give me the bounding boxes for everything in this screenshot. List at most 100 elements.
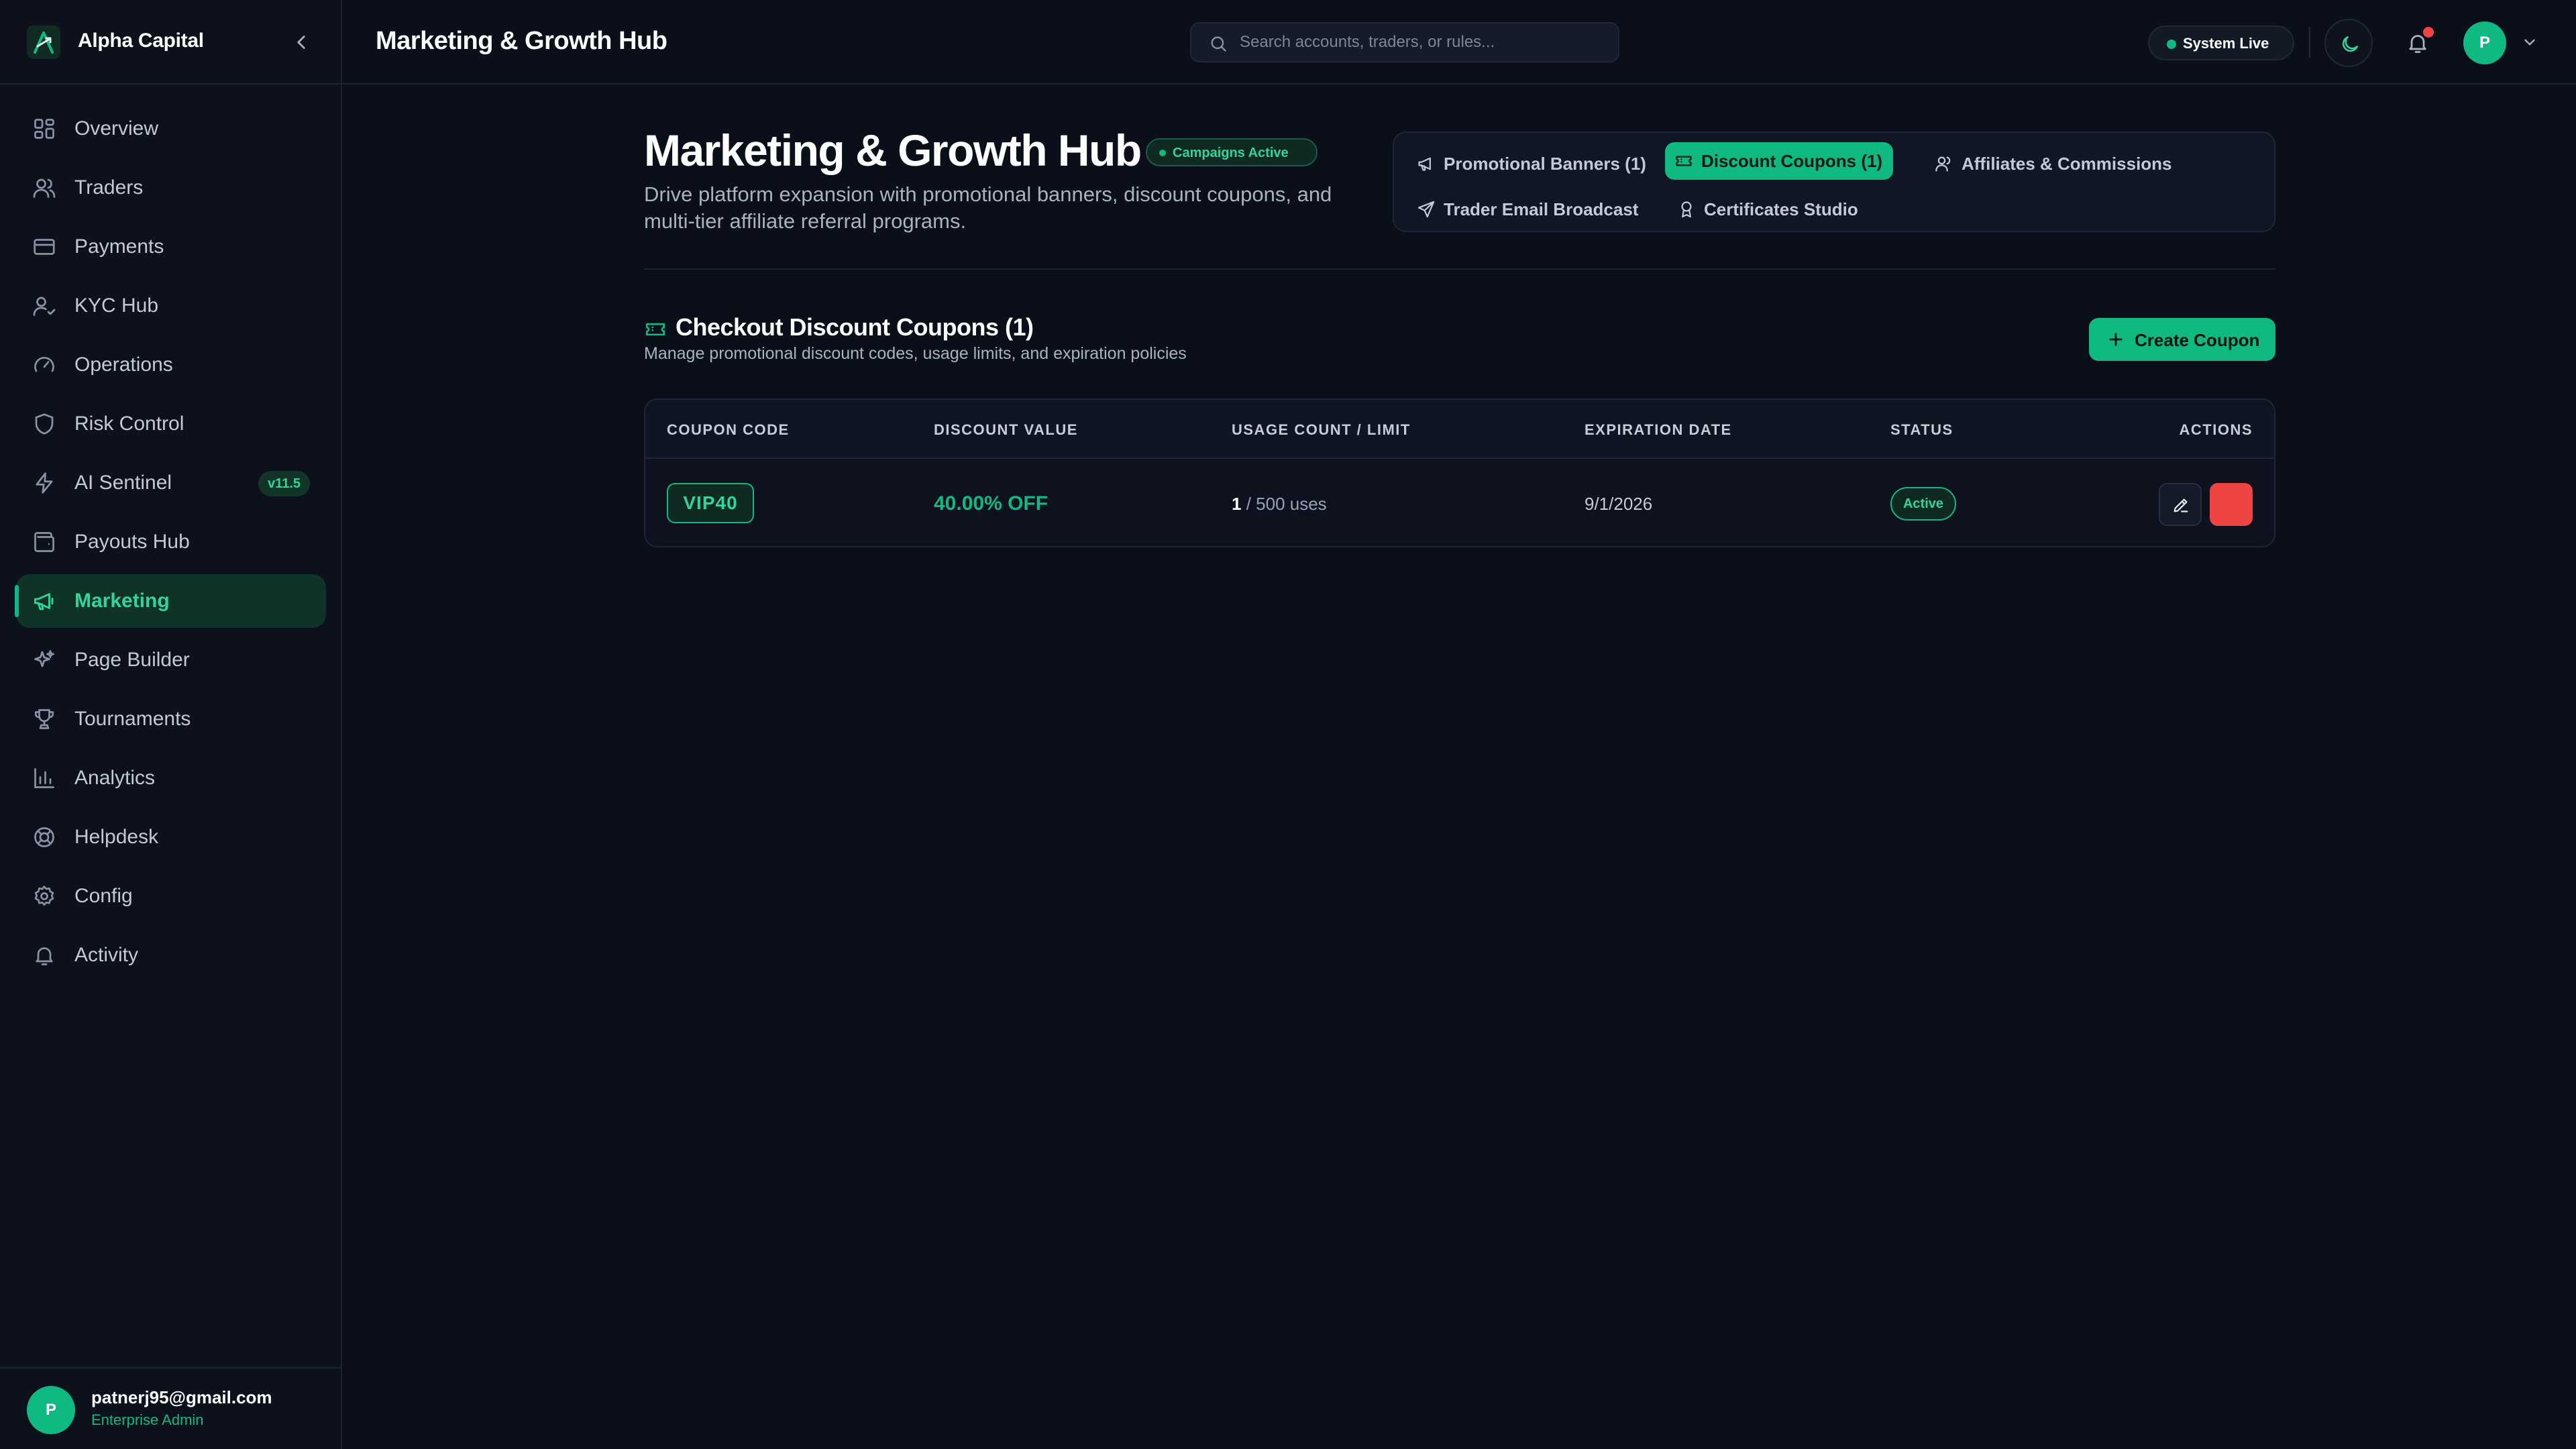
sidebar: Alpha Capital Overview Traders Payments [0, 0, 342, 1449]
sidebar-nav: Overview Traders Payments KYC Hub Operat… [15, 102, 326, 987]
search-input[interactable] [1240, 23, 1602, 61]
discount-value: 40.00% OFF [934, 492, 1049, 515]
status-dot [2167, 40, 2176, 49]
section-divider [644, 268, 2275, 270]
sidebar-item-overview[interactable]: Overview [16, 102, 326, 156]
page-description: Drive platform expansion with promotiona… [644, 182, 1332, 233]
notifications-button[interactable] [2394, 20, 2442, 67]
sparkles-icon [32, 648, 56, 672]
column-header-usage: USAGE COUNT / LIMIT [1232, 421, 1411, 438]
usage-limit: / 500 uses [1246, 494, 1327, 514]
delete-coupon-button[interactable] [2210, 483, 2253, 526]
sidebar-item-tournaments[interactable]: Tournaments [16, 692, 326, 746]
send-icon [1417, 200, 1436, 219]
sidebar-item-analytics[interactable]: Analytics [16, 751, 326, 805]
user-role: Enterprise Admin [91, 1411, 204, 1428]
brand-logo-icon[interactable] [27, 25, 60, 59]
version-badge: v11.5 [258, 471, 310, 496]
sidebar-item-label: Risk Control [74, 413, 184, 435]
user-check-icon [32, 294, 56, 318]
usage-count: 1 / 500 uses [1232, 494, 1327, 515]
award-icon [1677, 200, 1696, 219]
search-box[interactable] [1190, 22, 1619, 62]
section-subtitle: Manage promotional discount codes, usage… [644, 344, 1187, 363]
tab-promotional-banners[interactable]: Promotional Banners (1) [1407, 146, 1657, 181]
credit-card-icon [32, 235, 56, 259]
trophy-icon [32, 707, 56, 731]
sidebar-item-label: KYC Hub [74, 294, 159, 317]
brand-header: Alpha Capital [0, 0, 342, 85]
sidebar-item-activity[interactable]: Activity [16, 928, 326, 982]
ticket-icon [644, 318, 667, 341]
sidebar-item-label: Overview [74, 117, 159, 140]
column-header-status: STATUS [1890, 421, 1953, 438]
sidebar-item-helpdesk[interactable]: Helpdesk [16, 810, 326, 864]
moon-icon [2342, 36, 2358, 52]
megaphone-icon [1417, 154, 1436, 173]
tab-label: Discount Coupons (1) [1701, 150, 1883, 171]
usage-count-value: 1 [1232, 494, 1242, 514]
gear-icon [32, 884, 56, 908]
status-badge: Active [1890, 487, 1956, 521]
status-text: System Live [2183, 35, 2269, 52]
users-icon [1935, 154, 1953, 173]
tab-trader-email-broadcast[interactable]: Trader Email Broadcast [1407, 192, 1649, 227]
page-title: Marketing & Growth Hub [644, 125, 1142, 175]
sidebar-item-payments[interactable]: Payments [16, 220, 326, 274]
sidebar-item-risk-control[interactable]: Risk Control [16, 397, 326, 451]
bar-chart-icon [32, 766, 56, 790]
sidebar-item-ai-sentinel[interactable]: AI Sentinel v11.5 [16, 456, 326, 510]
user-card[interactable]: P patnerj95@gmail.com Enterprise Admin [0, 1367, 342, 1449]
shield-icon [32, 412, 56, 436]
create-coupon-button[interactable]: Create Coupon [2089, 318, 2275, 361]
sidebar-item-label: Payouts Hub [74, 531, 190, 553]
avatar[interactable]: P [27, 1386, 75, 1434]
sidebar-item-label: Traders [74, 176, 144, 199]
sidebar-item-label: Page Builder [74, 649, 190, 671]
sidebar-item-marketing[interactable]: Marketing [15, 574, 326, 628]
pencil-icon [2174, 498, 2188, 513]
sidebar-item-kyc-hub[interactable]: KYC Hub [16, 279, 326, 333]
sidebar-item-traders[interactable]: Traders [16, 161, 326, 215]
sidebar-item-config[interactable]: Config [16, 869, 326, 923]
sidebar-item-label: Helpdesk [74, 826, 159, 848]
wallet-icon [32, 530, 56, 554]
table-row: VIP40 40.00% OFF 1 / 500 uses 9/1/2026 A… [645, 460, 2274, 547]
avatar[interactable]: P [2463, 21, 2506, 64]
topbar: Marketing & Growth Hub System Live P [342, 0, 2576, 85]
user-email: patnerj95@gmail.com [91, 1387, 272, 1407]
tabs-panel: Promotional Banners (1) Discount Coupons… [1393, 131, 2275, 232]
coupons-table: COUPON CODE DISCOUNT VALUE USAGE COUNT /… [644, 398, 2275, 547]
tab-certificates-studio[interactable]: Certificates Studio [1668, 192, 1869, 227]
tab-affiliates-commissions[interactable]: Affiliates & Commissions [1925, 146, 2183, 181]
sidebar-item-label: Config [74, 885, 133, 907]
coupon-code: VIP40 [667, 483, 754, 523]
badge-label: Campaigns Active [1173, 146, 1289, 160]
sidebar-item-payouts-hub[interactable]: Payouts Hub [16, 515, 326, 569]
column-header-coupon-code: COUPON CODE [667, 421, 790, 438]
zap-icon [32, 471, 56, 495]
sidebar-item-label: AI Sentinel [74, 472, 172, 494]
plus-icon [2106, 330, 2125, 349]
brand-name: Alpha Capital [78, 30, 204, 52]
sidebar-item-label: Tournaments [74, 708, 191, 730]
tab-label: Certificates Studio [1704, 199, 1858, 219]
sidebar-item-label: Activity [74, 944, 139, 966]
sidebar-item-operations[interactable]: Operations [16, 338, 326, 392]
edit-coupon-button[interactable] [2159, 483, 2202, 526]
column-header-discount-value: DISCOUNT VALUE [934, 421, 1078, 438]
main-content: Marketing & Growth Hub Campaigns Active … [342, 86, 2576, 1449]
system-status-pill: System Live [2148, 25, 2294, 60]
status-badge: Campaigns Active [1146, 138, 1318, 166]
chevron-down-icon[interactable] [2521, 34, 2538, 51]
search-icon [1209, 34, 1228, 53]
tab-label: Affiliates & Commissions [1962, 153, 2172, 174]
topbar-title: Marketing & Growth Hub [376, 27, 667, 55]
collapse-sidebar-chevron-icon[interactable] [290, 31, 313, 54]
bell-icon [32, 943, 56, 967]
notification-dot [2423, 27, 2434, 38]
tab-discount-coupons[interactable]: Discount Coupons (1) [1665, 142, 1894, 180]
section-title: Checkout Discount Coupons (1) [676, 313, 1034, 341]
sidebar-item-page-builder[interactable]: Page Builder [16, 633, 326, 687]
theme-toggle-button[interactable] [2324, 19, 2373, 67]
